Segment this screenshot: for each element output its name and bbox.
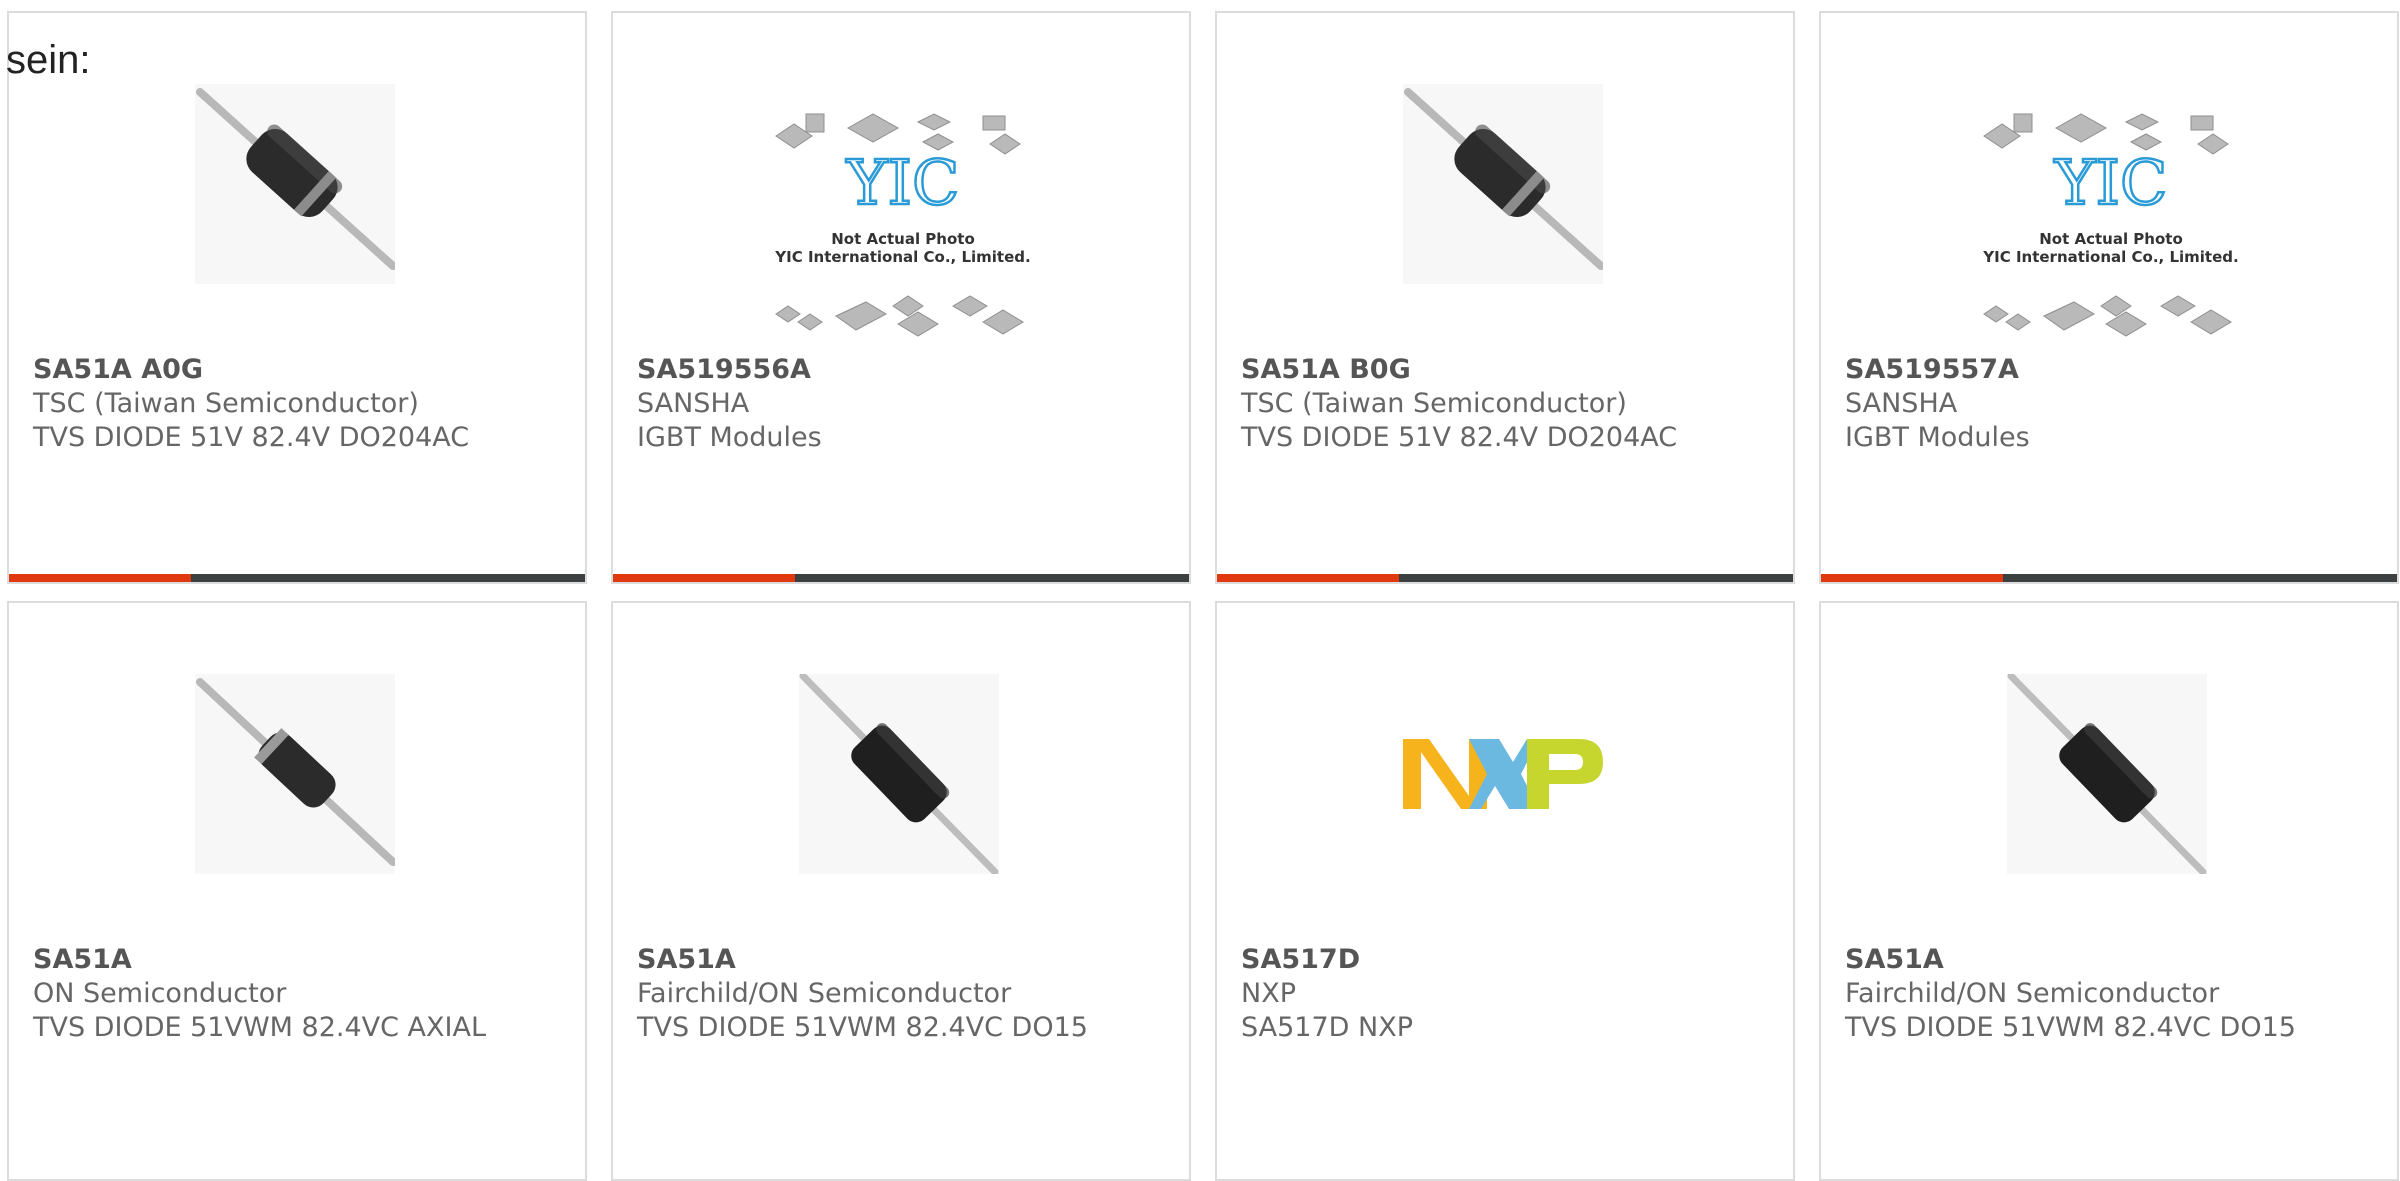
card-accent [1821,574,2003,582]
manufacturer: ON Semiconductor [33,978,287,1009]
axial-diode-icon [195,674,395,874]
product-info: SA51A B0G TSC (Taiwan Semiconductor) TVS… [1241,353,1783,455]
description: TVS DIODE 51VWM 82.4VC DO15 [1845,1012,2296,1043]
description: TVS DIODE 51V 82.4V DO204AC [33,422,470,453]
description: TVS DIODE 51VWM 82.4VC AXIAL [33,1012,486,1043]
part-number[interactable]: SA51A [1845,943,2387,977]
manufacturer: TSC (Taiwan Semiconductor) [33,388,419,419]
product-grid: SA51A A0G TSC (Taiwan Semiconductor) TVS… [0,0,2400,1181]
not-actual-photo-placeholder-icon: YIC Not Actual Photo YIC International C… [1982,113,2239,337]
yic-international-caption: YIC International Co., Limited. [774,248,1030,266]
product-card[interactable]: SA51A Fairchild/ON Semiconductor TVS DIO… [1819,601,2399,1181]
product-card[interactable]: YIC Not Actual Photo YIC International C… [1819,11,2399,584]
axial-diode-icon [799,674,999,874]
product-card[interactable]: SA51A A0G TSC (Taiwan Semiconductor) TVS… [7,11,587,584]
manufacturer: Fairchild/ON Semiconductor [637,978,1012,1009]
nxp-logo [1403,739,1603,809]
intro-text: sein: [6,38,91,82]
product-card[interactable]: SA51A ON Semiconductor TVS DIODE 51VWM 8… [7,601,587,1181]
axial-diode-icon [1403,84,1603,284]
manufacturer: SANSHA [637,388,750,419]
axial-diode-icon [195,84,395,284]
description: IGBT Modules [1845,422,2030,453]
manufacturer: SANSHA [1845,388,1958,419]
product-card[interactable]: SA51A Fairchild/ON Semiconductor TVS DIO… [611,601,1191,1181]
part-number[interactable]: SA519556A [637,353,1179,387]
card-bottom-bar [1217,574,1793,582]
card-bottom-bar [1821,574,2397,582]
description: SA517D NXP [1241,1012,1413,1043]
part-number[interactable]: SA51A [33,943,575,977]
product-info: SA519557A SANSHA IGBT Modules [1845,353,2387,455]
product-card[interactable]: SA51A B0G TSC (Taiwan Semiconductor) TVS… [1215,11,1795,584]
yic-logo: YIC [846,146,960,219]
card-bottom-bar [613,574,1189,582]
not-actual-photo-caption: Not Actual Photo [2039,230,2183,248]
part-number[interactable]: SA51A B0G [1241,353,1783,387]
card-accent [9,574,191,582]
manufacturer: TSC (Taiwan Semiconductor) [1241,388,1627,419]
part-number[interactable]: SA519557A [1845,353,2387,387]
card-accent [1217,574,1399,582]
description: IGBT Modules [637,422,822,453]
not-actual-photo-placeholder-icon: YIC Not Actual Photo YIC International C… [774,113,1031,337]
product-card[interactable]: SA517D NXP SA517D NXP [1215,601,1795,1181]
not-actual-photo-caption: Not Actual Photo [831,230,975,248]
card-accent [613,574,795,582]
yic-international-caption: YIC International Co., Limited. [1982,248,2238,266]
product-info: SA51A ON Semiconductor TVS DIODE 51VWM 8… [33,943,575,1045]
product-info: SA51A Fairchild/ON Semiconductor TVS DIO… [1845,943,2387,1045]
description: TVS DIODE 51VWM 82.4VC DO15 [637,1012,1088,1043]
product-card[interactable]: YIC Not Actual Photo YIC International C… [611,11,1191,584]
yic-logo: YIC [2054,146,2168,219]
product-info: SA51A A0G TSC (Taiwan Semiconductor) TVS… [33,353,575,455]
manufacturer: NXP [1241,978,1296,1009]
part-number[interactable]: SA517D [1241,943,1783,977]
product-info: SA519556A SANSHA IGBT Modules [637,353,1179,455]
manufacturer: Fairchild/ON Semiconductor [1845,978,2220,1009]
part-number[interactable]: SA51A A0G [33,353,575,387]
description: TVS DIODE 51V 82.4V DO204AC [1241,422,1678,453]
product-info: SA517D NXP SA517D NXP [1241,943,1783,1045]
part-number[interactable]: SA51A [637,943,1179,977]
card-bottom-bar [9,574,585,582]
product-info: SA51A Fairchild/ON Semiconductor TVS DIO… [637,943,1179,1045]
axial-diode-icon [2007,674,2207,874]
